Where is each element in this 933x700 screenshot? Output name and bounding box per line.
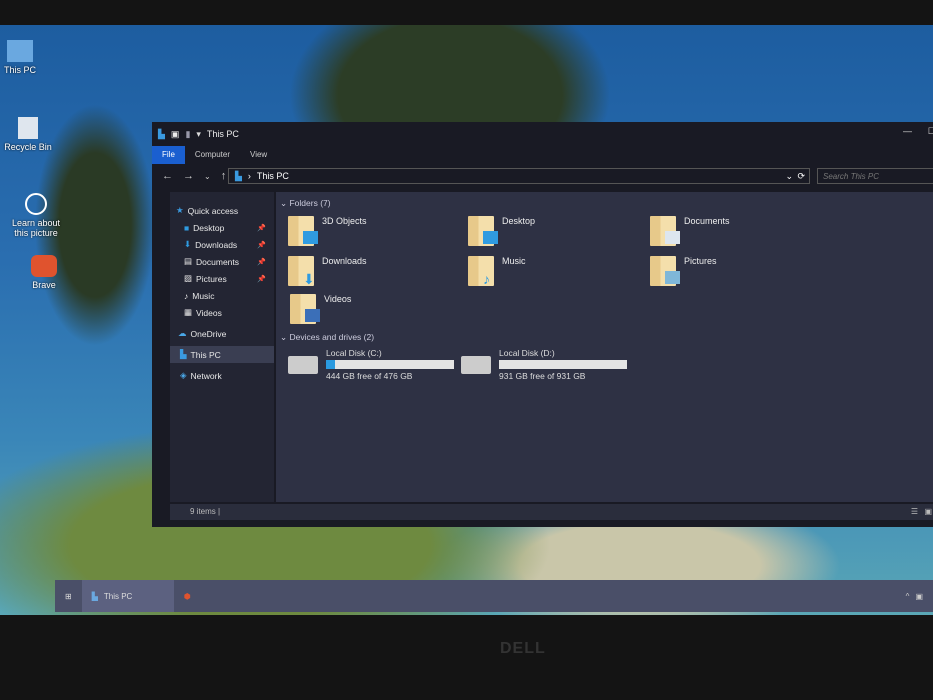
- pictures-icon: ▨: [184, 273, 193, 283]
- desktop-folder-icon: [468, 216, 498, 246]
- brave-lion-icon: [31, 255, 57, 277]
- desktop-icon-brave[interactable]: Brave: [14, 255, 74, 290]
- dell-logo: DELL: [500, 640, 546, 657]
- drive-usage-bar: [326, 360, 454, 369]
- network-tray-icon[interactable]: ▣: [915, 592, 923, 601]
- sidebar-item-onedrive[interactable]: ☁ OneDrive: [170, 325, 274, 342]
- tab-computer[interactable]: Computer: [185, 146, 240, 164]
- navigation-pane: ★ Quick access ■ Desktop 📌 ⬇ Downloads 📌 ▤ Doc…: [170, 192, 274, 502]
- folder-videos[interactable]: Videos: [290, 294, 351, 324]
- new-folder-icon[interactable]: ▮: [185, 129, 190, 140]
- minimize-button[interactable]: —: [903, 126, 912, 136]
- drives-group-header[interactable]: ⌄ Devices and drives (2): [280, 332, 374, 343]
- pin-icon: 📌: [257, 241, 266, 249]
- tab-file[interactable]: File: [152, 146, 185, 164]
- folder-music[interactable]: ♪ Music: [468, 256, 526, 287]
- computer-icon: [7, 40, 33, 62]
- drive-usage-bar: [499, 360, 627, 369]
- camera-icon: [25, 193, 47, 215]
- details-view-icon[interactable]: ☰: [911, 507, 918, 516]
- drive-c[interactable]: Local Disk (C:) 444 GB free of 476 GB: [288, 348, 454, 381]
- sidebar-item-desktop[interactable]: ■ Desktop 📌: [170, 219, 274, 236]
- music-folder-icon: ♪: [468, 256, 494, 287]
- taskbar-item-explorer[interactable]: ▙ This PC: [81, 580, 174, 612]
- recent-chevron-icon[interactable]: ⌄: [204, 172, 211, 181]
- tab-view[interactable]: View: [240, 146, 277, 164]
- breadcrumb[interactable]: This PC: [257, 171, 289, 181]
- desktop-icon-recycle-bin[interactable]: Recycle Bin: [0, 117, 58, 152]
- show-hidden-icons-icon[interactable]: ^: [906, 592, 910, 601]
- desktop-icon-this-pc[interactable]: This PC: [0, 40, 50, 75]
- sidebar-item-downloads[interactable]: ⬇ Downloads 📌: [170, 236, 274, 253]
- folders-group-header[interactable]: ⌄ Folders (7): [280, 198, 331, 209]
- pin-icon: 📌: [257, 224, 266, 232]
- document-icon: ▤: [184, 256, 193, 266]
- title-bar: ▙ ▣ ▮ ▾ This PC — ☐: [152, 122, 933, 146]
- up-arrow-icon[interactable]: ↑: [221, 170, 227, 182]
- search-input[interactable]: Search This PC: [817, 168, 933, 184]
- sidebar-item-quick-access[interactable]: ★ Quick access: [170, 202, 274, 219]
- taskbar: ⊞ ▙ This PC ⬢ ^ ▣: [55, 580, 933, 612]
- drive-usage-fill: [326, 360, 335, 369]
- this-pc-icon: ▙: [91, 591, 98, 601]
- computer-icon: ▙: [180, 349, 187, 359]
- file-explorer-window: ▙ ▣ ▮ ▾ This PC — ☐ File Computer View ←…: [152, 122, 933, 527]
- folder-pictures[interactable]: Pictures: [650, 256, 717, 286]
- desktop: This PC Recycle Bin Learn about this pic…: [0, 25, 933, 615]
- sidebar-item-pictures[interactable]: ▨ Pictures 📌: [170, 270, 274, 287]
- download-icon: ⬇: [184, 239, 192, 249]
- maximize-button[interactable]: ☐: [928, 126, 933, 137]
- downloads-folder-icon: ⬇: [288, 256, 315, 287]
- large-icons-view-icon[interactable]: ▣: [924, 507, 932, 516]
- address-dropdown-icon[interactable]: ⌄: [785, 171, 793, 182]
- sidebar-item-videos[interactable]: ▦ Videos: [170, 304, 274, 321]
- sidebar-item-network[interactable]: ◈ Network: [170, 367, 274, 384]
- status-bar: 9 items | ☰ ▣: [170, 504, 933, 520]
- sidebar-item-music[interactable]: ♪ Music: [170, 287, 274, 304]
- videos-folder-icon: [290, 294, 320, 324]
- item-count: 9 items |: [190, 507, 221, 516]
- sidebar-item-this-pc[interactable]: ▙ This PC: [170, 346, 274, 363]
- desktop-icon: ■: [184, 222, 190, 233]
- star-icon: ★: [176, 205, 184, 215]
- recycle-bin-icon: [18, 117, 38, 139]
- music-icon: ♪: [184, 290, 189, 301]
- customize-toolbar-icon[interactable]: ▾: [196, 129, 201, 140]
- 3d-objects-folder-icon: [288, 216, 318, 246]
- ribbon-tabs: File Computer View: [152, 146, 933, 164]
- cloud-icon: ☁: [178, 328, 187, 338]
- window-title: This PC: [206, 129, 239, 139]
- pin-icon: 📌: [257, 258, 266, 266]
- pictures-folder-icon: [650, 256, 680, 286]
- forward-arrow-icon[interactable]: →: [183, 170, 194, 182]
- brave-lion-icon: ⬢: [183, 591, 191, 601]
- documents-folder-icon: [650, 216, 680, 246]
- windows-logo-icon: ⊞: [65, 591, 72, 601]
- pin-icon: 📌: [257, 275, 266, 283]
- this-pc-icon: ▙: [158, 128, 165, 139]
- this-pc-icon: ▙: [235, 170, 242, 181]
- system-tray: ^ ▣: [896, 580, 933, 612]
- drive-d[interactable]: Local Disk (D:) 931 GB free of 931 GB: [461, 348, 627, 381]
- start-button[interactable]: ⊞: [55, 580, 82, 612]
- folder-documents[interactable]: Documents: [650, 216, 730, 246]
- sidebar-item-documents[interactable]: ▤ Documents 📌: [170, 253, 274, 270]
- refresh-icon[interactable]: ⟳: [797, 171, 805, 182]
- desktop-icon-learn-picture[interactable]: Learn about this picture: [6, 193, 66, 238]
- breadcrumb-separator: ›: [247, 171, 251, 181]
- properties-icon[interactable]: ▣: [171, 129, 180, 140]
- back-arrow-icon[interactable]: ←: [162, 170, 173, 182]
- folder-desktop[interactable]: Desktop: [468, 216, 535, 246]
- windows-drive-icon: [288, 356, 318, 374]
- taskbar-item-brave[interactable]: ⬢: [174, 580, 201, 612]
- video-icon: ▦: [184, 307, 193, 317]
- folder-3d-objects[interactable]: 3D Objects: [288, 216, 367, 246]
- drive-icon: [461, 356, 491, 374]
- address-bar[interactable]: ▙ › This PC ⟳ ⌄: [228, 168, 810, 184]
- content-pane: ⌄ Folders (7) 3D Objects Desktop Documen…: [276, 192, 933, 502]
- folder-downloads[interactable]: ⬇ Downloads: [288, 256, 367, 287]
- network-icon: ◈: [180, 370, 187, 380]
